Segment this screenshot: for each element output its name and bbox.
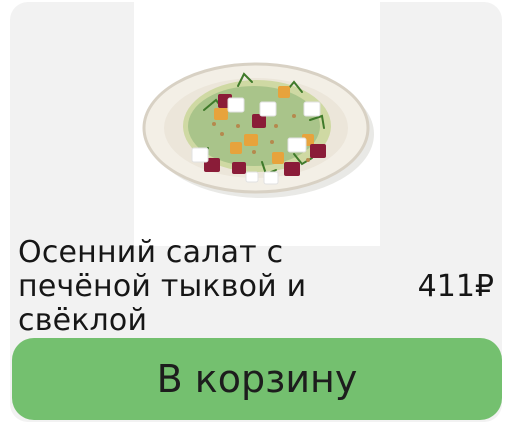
product-title: Осенний салат с печёной тыквой и свёклой — [18, 235, 307, 338]
add-to-cart-button[interactable]: В корзину — [12, 338, 502, 420]
product-price: 411₽ — [417, 269, 494, 304]
product-image[interactable] — [134, 2, 380, 246]
product-card[interactable]: Осенний салат с печёной тыквой и свёклой… — [10, 2, 502, 422]
salad-bowl-illustration — [142, 62, 374, 198]
